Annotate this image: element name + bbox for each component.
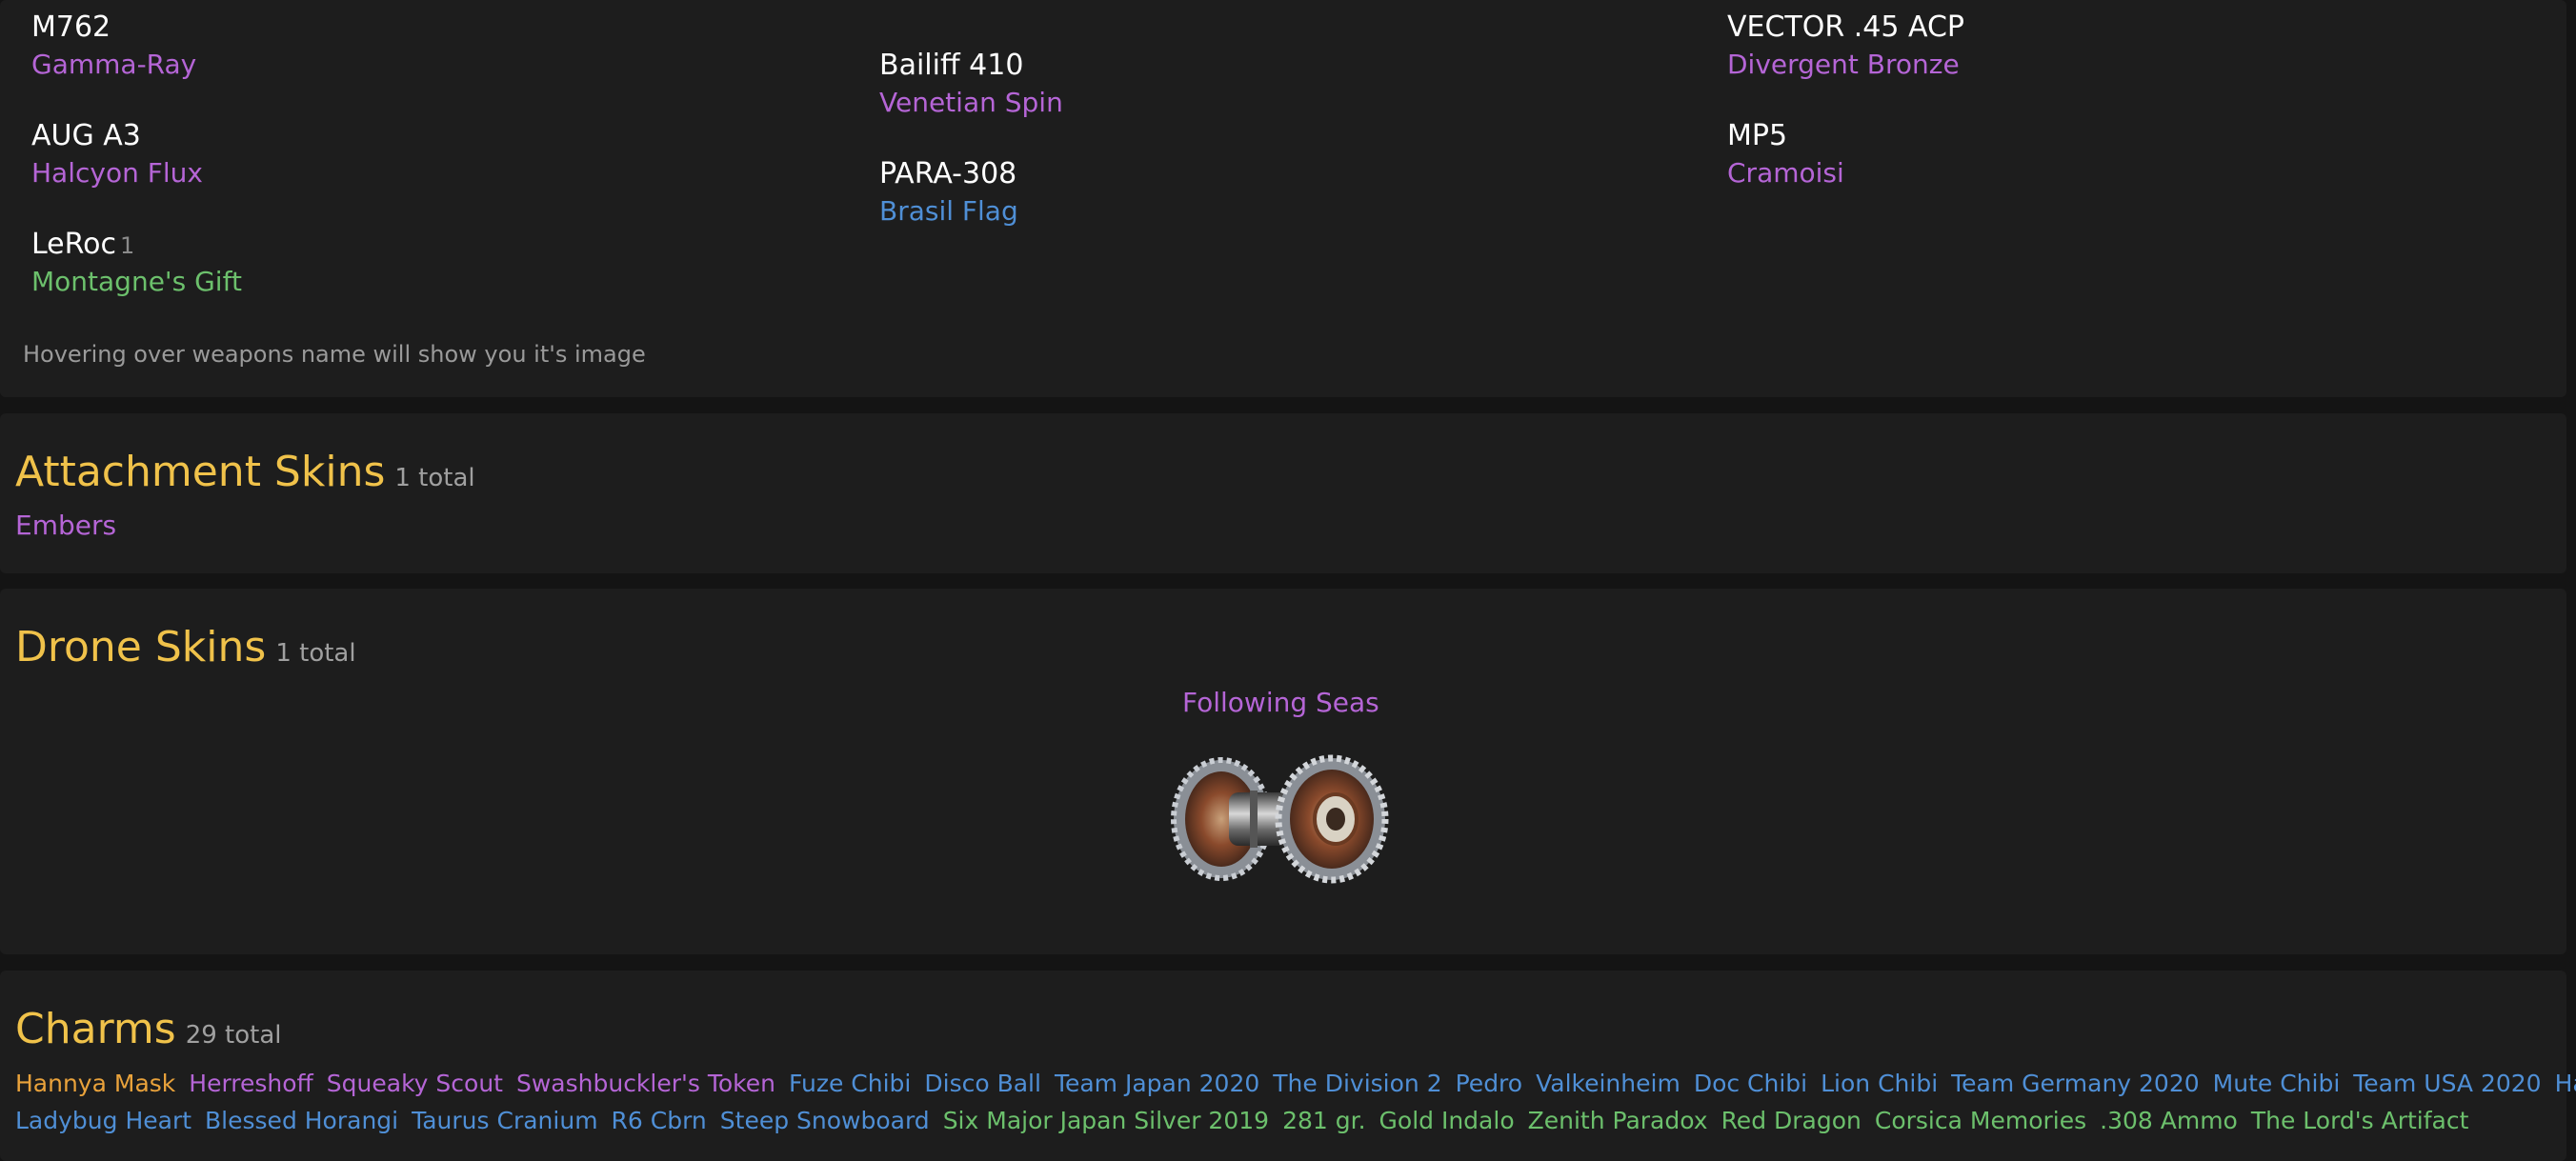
charm-item[interactable]: Taurus Cranium [412, 1107, 597, 1134]
weapon-name[interactable]: Bailiff 410 [879, 51, 1063, 80]
weapon-name[interactable]: PARA-308 [879, 160, 1018, 189]
weapon-skin-name: Montagne's Gift [31, 266, 242, 297]
section-title-text: Attachment Skins [15, 448, 386, 496]
weapon-entry: M762 Gamma-Ray [31, 13, 196, 78]
weapon-name[interactable]: LeRoc 1 [31, 230, 242, 259]
charm-item[interactable]: Swashbuckler's Token [516, 1070, 775, 1097]
charm-item[interactable]: Valkeinheim [1536, 1070, 1680, 1097]
weapon-name[interactable]: VECTOR .45 ACP [1727, 13, 1964, 42]
weapon-name[interactable]: AUG A3 [31, 122, 203, 150]
charm-row: Hannya Mask Herreshoff Squeaky Scout Swashb… [15, 1071, 2576, 1095]
weapon-entry: Bailiff 410 Venetian Spin [879, 51, 1063, 116]
section-title-text: Drone Skins [15, 623, 267, 671]
attachment-skin-item[interactable]: Embers [15, 512, 116, 539]
weapon-name[interactable]: M762 [31, 13, 196, 42]
charm-item[interactable]: Zenith Paradox [1528, 1107, 1708, 1134]
section-count: 29 total [185, 1021, 282, 1050]
drone-wheels-image [1171, 754, 1389, 884]
charm-item[interactable]: Steep Snowboard [720, 1107, 930, 1134]
weapon-name[interactable]: MP5 [1727, 122, 1844, 150]
weapon-name-text[interactable]: LeRoc [31, 228, 116, 261]
charm-item[interactable]: Six Major Japan Silver 2019 [943, 1107, 1269, 1134]
section-title-text: Charms [15, 1005, 176, 1053]
weapon-skin-name: Cramoisi [1727, 157, 1844, 189]
weapon-entry: PARA-308 Brasil Flag [879, 160, 1018, 225]
charm-item[interactable]: Happy Sam [2555, 1070, 2576, 1097]
charm-item[interactable]: R6 Cbrn [612, 1107, 707, 1134]
attachment-skins-panel: Attachment Skins 1 total Embers [0, 413, 2566, 573]
section-title: Attachment Skins 1 total [15, 451, 475, 493]
weapon-skin-name: Halcyon Flux [31, 157, 203, 189]
weapon-skin-name: Venetian Spin [879, 87, 1063, 118]
charm-item[interactable]: Doc Chibi [1694, 1070, 1807, 1097]
charm-item[interactable]: Team Germany 2020 [1951, 1070, 2200, 1097]
charm-item[interactable]: Fuze Chibi [789, 1070, 911, 1097]
charm-item[interactable]: Hannya Mask [15, 1070, 175, 1097]
section-title: Drone Skins 1 total [15, 627, 356, 669]
charm-item[interactable]: Herreshoff [189, 1070, 313, 1097]
weapon-entry: AUG A3 Halcyon Flux [31, 122, 203, 187]
weapon-skin-name: Gamma-Ray [31, 49, 197, 80]
section-title: Charms 29 total [15, 1009, 282, 1051]
weapon-entry: LeRoc 1 Montagne's Gift [31, 230, 242, 295]
weapon-entry: MP5 Cramoisi [1727, 122, 1844, 187]
charm-item[interactable]: Disco Ball [924, 1070, 1041, 1097]
weapon-skin-name: Brasil Flag [879, 195, 1018, 227]
charm-item[interactable]: Team USA 2020 [2353, 1070, 2541, 1097]
weapon-entry: VECTOR .45 ACP Divergent Bronze [1727, 13, 1964, 78]
charms-panel: Charms 29 total Hannya Mask Herreshoff Sque… [0, 971, 2576, 1161]
charm-item[interactable]: Corsica Memories [1875, 1107, 2086, 1134]
charm-item[interactable]: Gold Indalo [1379, 1107, 1515, 1134]
drone-skin-name[interactable]: Following Seas [1182, 690, 1379, 716]
charm-item[interactable]: The Lord's Artifact [2251, 1107, 2469, 1134]
charm-item[interactable]: Ladybug Heart [15, 1107, 191, 1134]
charm-item[interactable]: Pedro [1456, 1070, 1522, 1097]
hover-hint-text: Hovering over weapons name will show you… [23, 341, 646, 368]
charm-item[interactable]: Squeaky Scout [327, 1070, 503, 1097]
drone-skins-panel: Drone Skins 1 total Following Seas [0, 589, 2566, 954]
weapon-skins-panel: M762 Gamma-Ray AUG A3 Halcyon Flux LeRoc… [0, 0, 2566, 397]
charm-item[interactable]: Mute Chibi [2213, 1070, 2341, 1097]
charm-item[interactable]: 281 gr. [1282, 1107, 1365, 1134]
charm-item[interactable]: .308 Ammo [2100, 1107, 2238, 1134]
charm-item[interactable]: Red Dragon [1721, 1107, 1862, 1134]
charm-item[interactable]: The Division 2 [1273, 1070, 1441, 1097]
section-count: 1 total [275, 639, 356, 668]
charm-item[interactable]: Blessed Horangi [205, 1107, 398, 1134]
charm-item[interactable]: Lion Chibi [1821, 1070, 1938, 1097]
charm-item[interactable]: Team Japan 2020 [1055, 1070, 1259, 1097]
weapon-count: 1 [120, 232, 135, 259]
section-count: 1 total [394, 464, 475, 492]
charm-row: Ladybug Heart Blessed Horangi Taurus Crani… [15, 1109, 2482, 1132]
weapon-skin-name: Divergent Bronze [1727, 49, 1960, 80]
